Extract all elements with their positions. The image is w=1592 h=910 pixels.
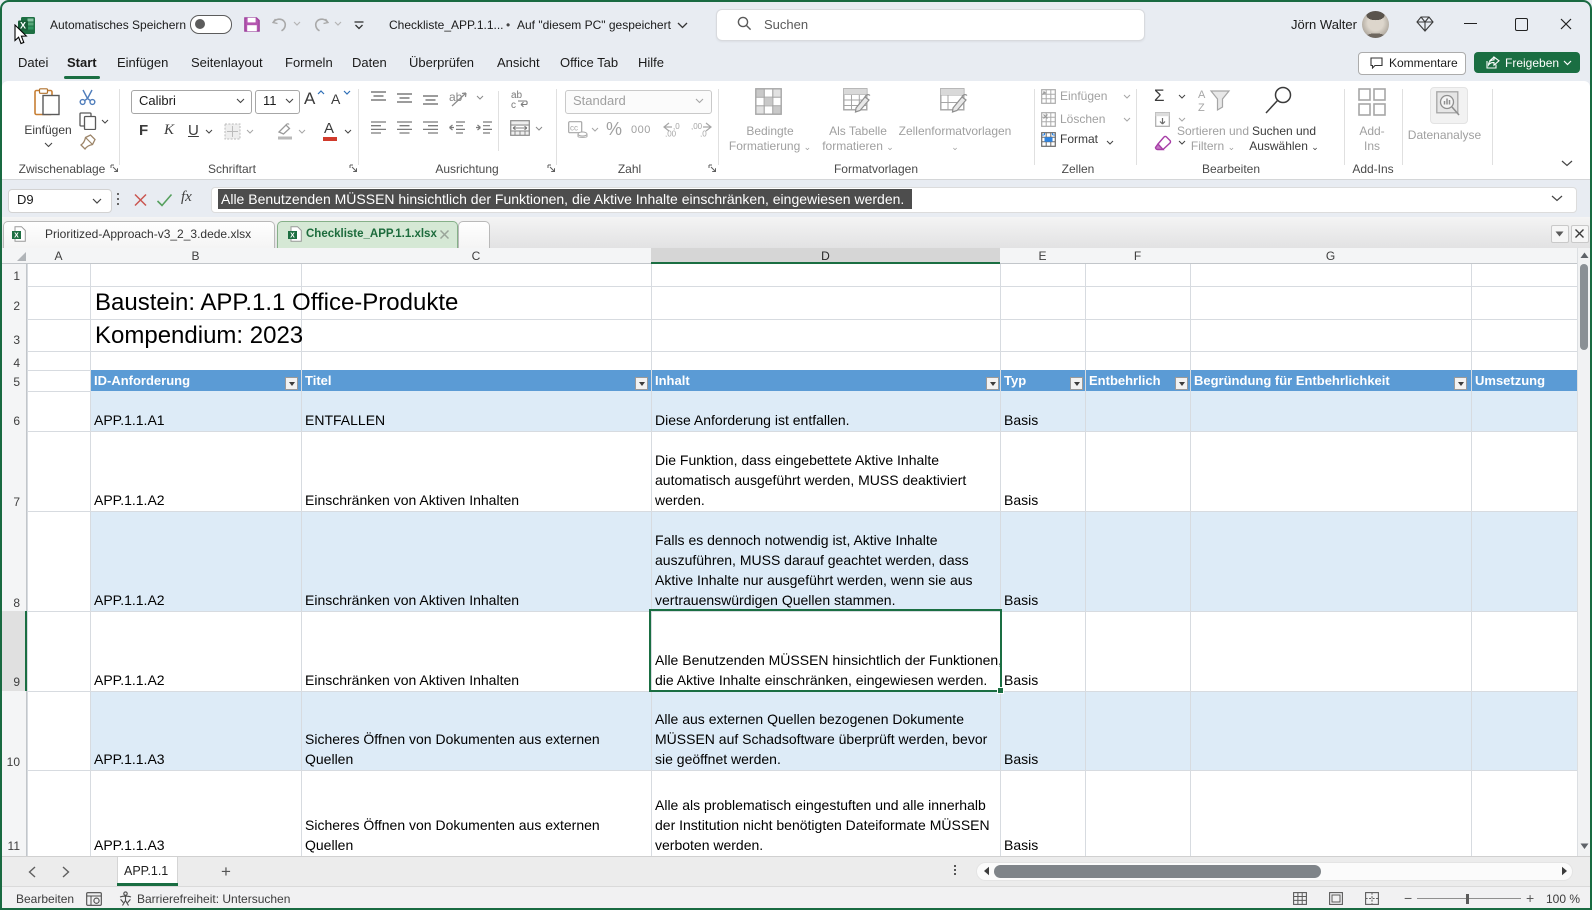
- svg-text:,0: ,0: [700, 130, 707, 138]
- svg-text:Z: Z: [1198, 102, 1205, 114]
- svg-text:cc: cc: [570, 124, 578, 133]
- svg-text:A: A: [1198, 89, 1206, 101]
- svg-text:X: X: [290, 233, 295, 240]
- svg-text:,00: ,00: [665, 130, 677, 138]
- svg-text:X: X: [14, 233, 19, 240]
- svg-text:c: c: [511, 100, 516, 109]
